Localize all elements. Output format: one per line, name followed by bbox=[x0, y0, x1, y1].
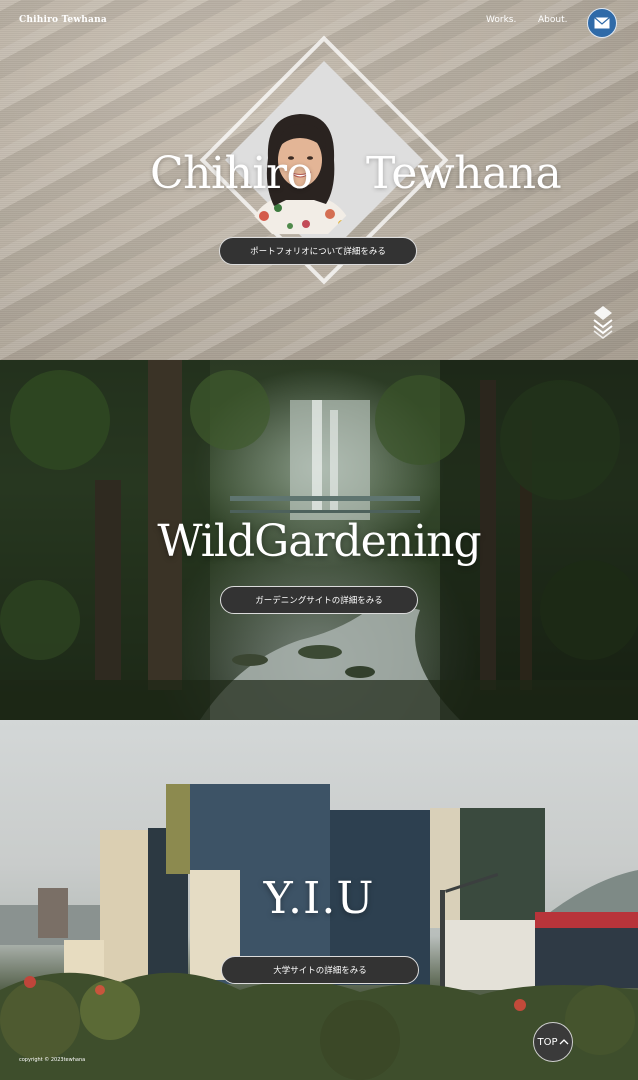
site-title[interactable]: Chihiro Tewhana bbox=[19, 15, 107, 25]
top-label: TOP bbox=[537, 1036, 558, 1048]
wildgardening-title: WildGardening bbox=[157, 516, 481, 567]
yiu-title: Y.I.U bbox=[263, 873, 375, 924]
hero-first-name: Chihiro bbox=[150, 148, 313, 199]
mail-button[interactable] bbox=[587, 8, 617, 38]
portfolio-detail-button[interactable]: ポートフォリオについて詳細をみる bbox=[219, 237, 417, 265]
nav-about-link[interactable]: About. bbox=[538, 15, 567, 25]
hero-last-name: Tewhana bbox=[366, 148, 562, 199]
chevron-up-icon bbox=[559, 1039, 568, 1045]
university-detail-button[interactable]: 大学サイトの詳細をみる bbox=[221, 956, 419, 984]
gardening-detail-button[interactable]: ガーデニングサイトの詳細をみる bbox=[220, 586, 418, 614]
wildgardening-section: WildGardening ガーデニングサイトの詳細をみる bbox=[0, 360, 638, 720]
hero-section: Chihiro Tewhana ポートフォリオについて詳細をみる bbox=[0, 0, 638, 360]
nav-works-link[interactable]: Works. bbox=[486, 15, 516, 25]
mail-icon bbox=[594, 17, 610, 29]
copyright-text: copyright © 2023tewhana bbox=[19, 1057, 86, 1063]
layers-scroll-down-icon[interactable] bbox=[592, 304, 614, 340]
back-to-top-button[interactable]: TOP bbox=[533, 1022, 573, 1062]
